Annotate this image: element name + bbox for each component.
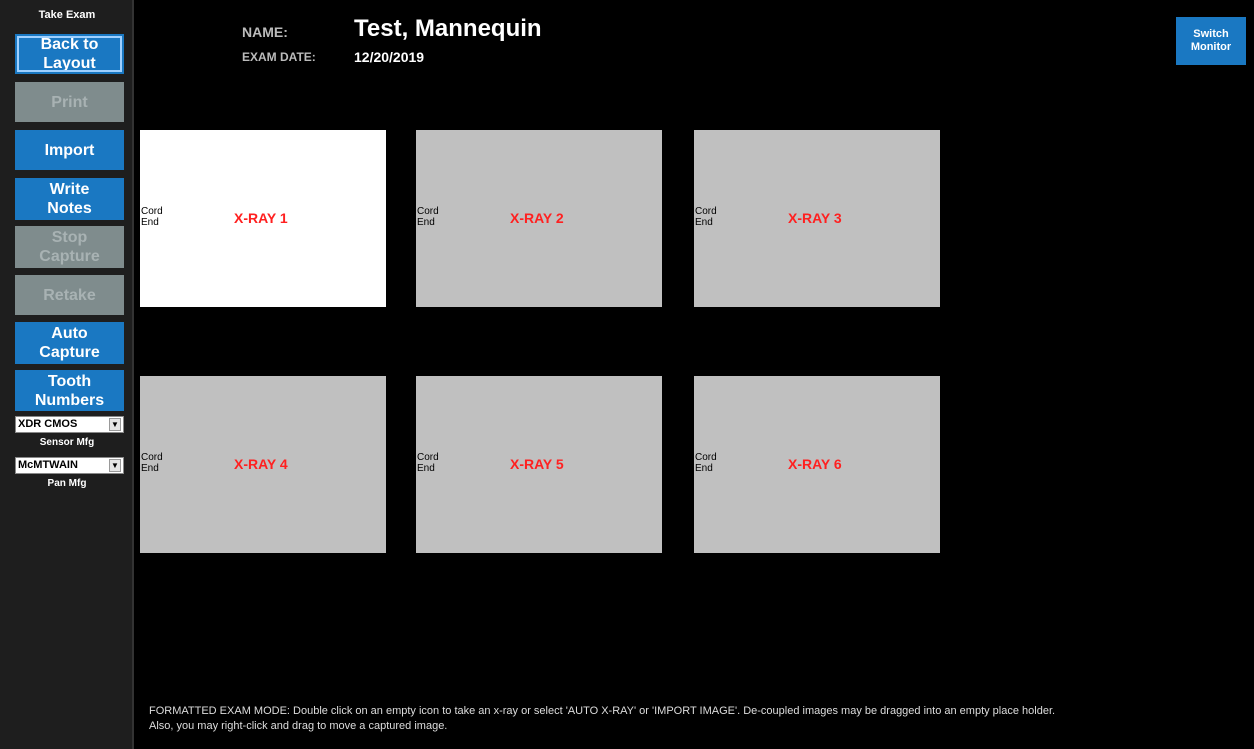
- switch-monitor-button[interactable]: Switch Monitor: [1176, 17, 1246, 65]
- xray-slot-1[interactable]: Cord End X-RAY 1: [140, 130, 386, 307]
- xray-label: X-RAY 2: [510, 210, 564, 226]
- cord-end-label: Cord End: [141, 452, 163, 474]
- sensor-mfg-caption: Sensor Mfg: [39, 437, 95, 448]
- xray-slot-3[interactable]: Cord End X-RAY 3: [694, 130, 940, 307]
- chevron-down-icon[interactable]: ▼: [109, 459, 121, 472]
- cord-end-label: Cord End: [141, 206, 163, 228]
- sensor-mfg-select[interactable]: XDR CMOS ▼: [15, 416, 124, 433]
- xray-slot-6[interactable]: Cord End X-RAY 6: [694, 376, 940, 553]
- xray-label: X-RAY 5: [510, 456, 564, 472]
- pan-mfg-caption: Pan Mfg: [47, 478, 87, 489]
- pan-mfg-select[interactable]: McMTWAIN ▼: [15, 457, 124, 474]
- pan-mfg-value: McMTWAIN: [18, 459, 78, 471]
- chevron-down-icon[interactable]: ▼: [109, 418, 121, 431]
- sidebar-title: Take Exam: [38, 9, 96, 21]
- exam-date: 12/20/2019: [354, 49, 425, 65]
- cord-end-label: Cord End: [417, 206, 439, 228]
- tooth-numbers-button[interactable]: Tooth Numbers: [15, 370, 124, 411]
- cord-end-label: Cord End: [417, 452, 439, 474]
- print-button[interactable]: Print: [15, 82, 124, 122]
- xray-label: X-RAY 3: [788, 210, 842, 226]
- retake-button[interactable]: Retake: [15, 275, 124, 315]
- xray-slot-4[interactable]: Cord End X-RAY 4: [140, 376, 386, 553]
- cord-end-label: Cord End: [695, 452, 717, 474]
- cord-end-label: Cord End: [695, 206, 717, 228]
- xray-label: X-RAY 6: [788, 456, 842, 472]
- exam-date-label: EXAM DATE:: [242, 50, 316, 64]
- back-to-layout-button[interactable]: Back to Layout: [15, 34, 124, 74]
- xray-slot-2[interactable]: Cord End X-RAY 2: [416, 130, 662, 307]
- xray-label: X-RAY 1: [234, 210, 288, 226]
- take-exam-window: Take Exam Back to Layout Print Import Wr…: [0, 0, 1254, 749]
- stop-capture-button[interactable]: Stop Capture: [15, 226, 124, 268]
- name-label: NAME:: [242, 24, 288, 40]
- write-notes-button[interactable]: Write Notes: [15, 178, 124, 220]
- instructions-text: FORMATTED EXAM MODE: Double click on an …: [149, 705, 1056, 732]
- sensor-mfg-value: XDR CMOS: [18, 418, 78, 430]
- patient-name: Test, Mannequin: [354, 15, 542, 42]
- xray-label: X-RAY 4: [234, 456, 288, 472]
- sidebar: Take Exam Back to Layout Print Import Wr…: [0, 0, 134, 749]
- auto-capture-button[interactable]: Auto Capture: [15, 322, 124, 364]
- import-button[interactable]: Import: [15, 130, 124, 170]
- xray-slot-5[interactable]: Cord End X-RAY 5: [416, 376, 662, 553]
